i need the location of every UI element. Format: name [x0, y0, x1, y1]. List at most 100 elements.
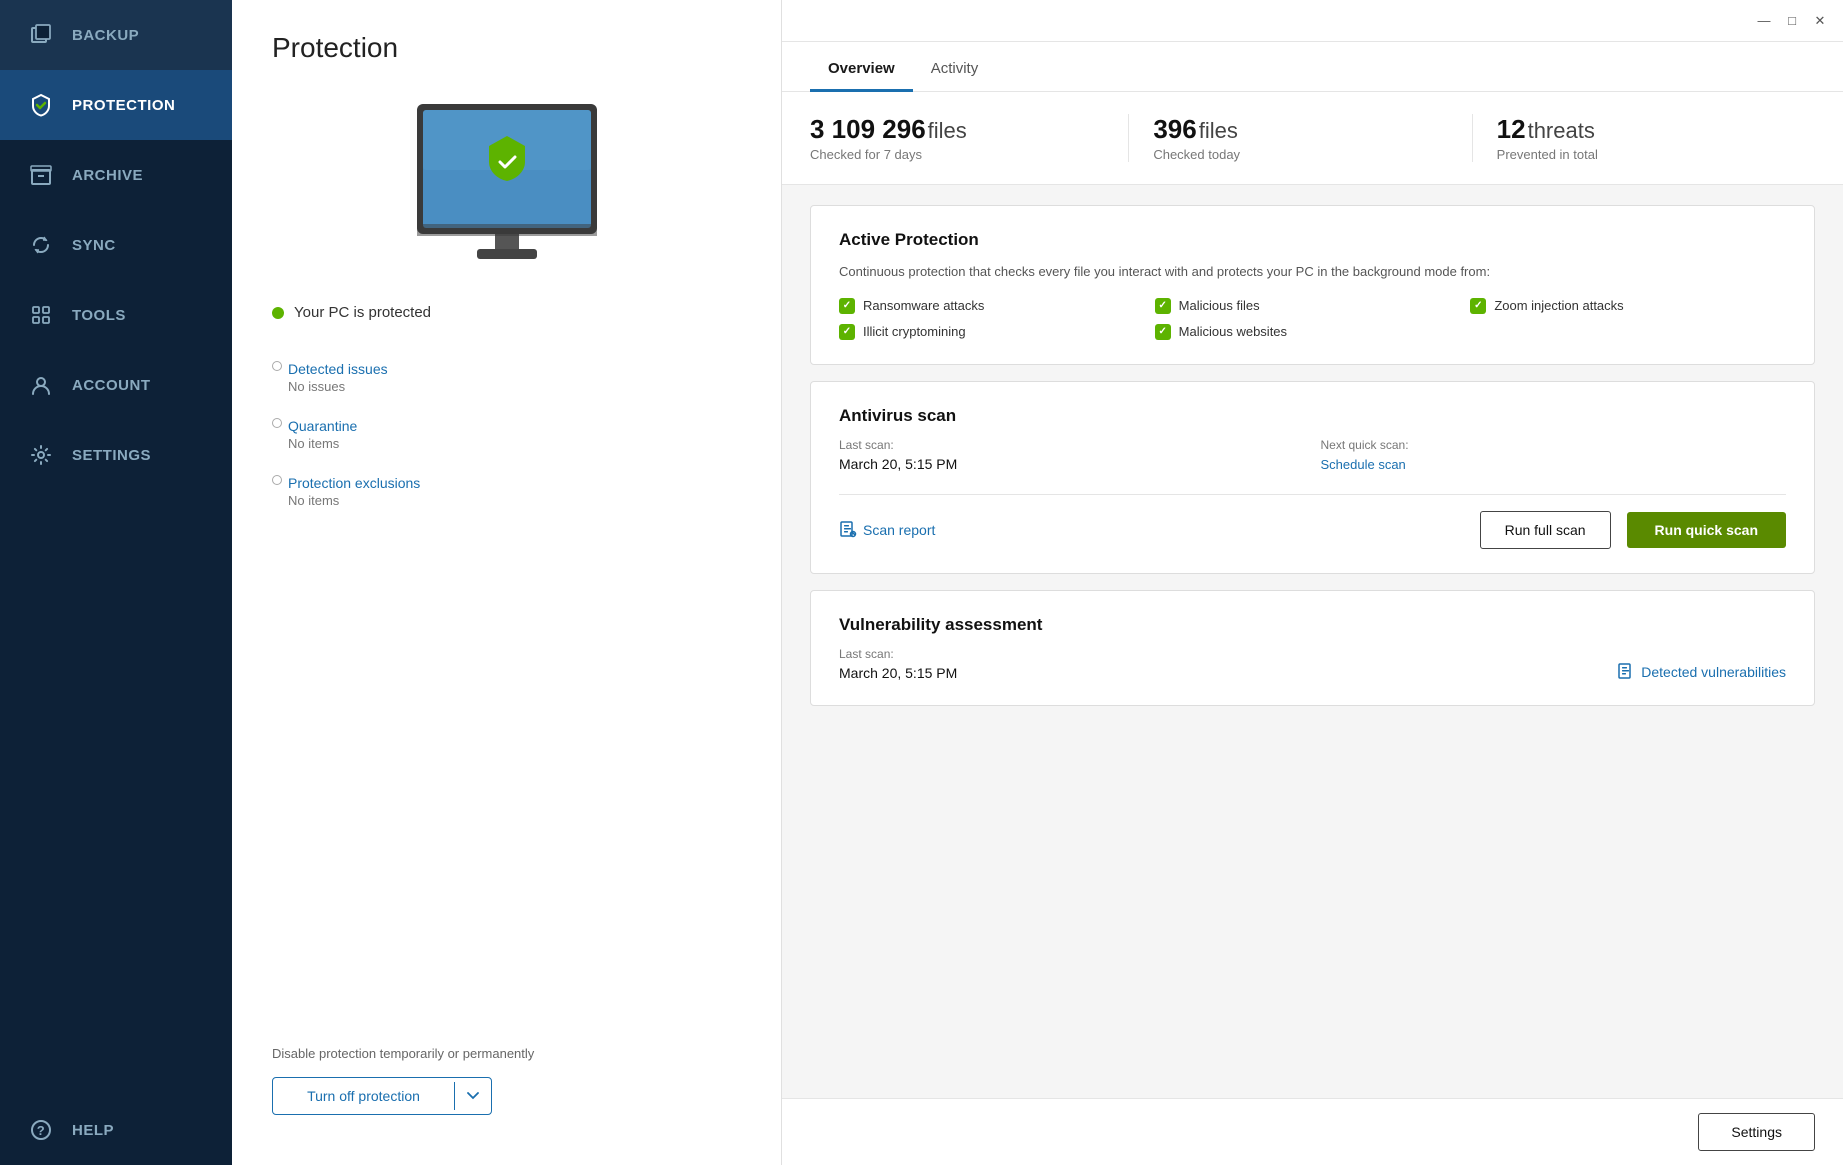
quarantine-item: Quarantine No items — [272, 418, 741, 451]
feature-malicious-websites: Malicious websites — [1155, 324, 1471, 340]
quarantine-sub: No items — [272, 436, 741, 451]
check-icon-malicious-files — [1155, 298, 1171, 314]
vulnerability-card: Vulnerability assessment Last scan: Marc… — [810, 590, 1815, 706]
active-protection-title: Active Protection — [839, 230, 1786, 250]
sidebar-item-tools-label: TOOLS — [72, 307, 126, 324]
scan-report-text: Scan report — [863, 522, 935, 538]
scan-info-grid: Last scan: March 20, 5:15 PM Next quick … — [839, 438, 1786, 474]
features-grid: Ransomware attacks Malicious files Zoom … — [839, 298, 1786, 340]
turn-off-label: Turn off protection — [273, 1078, 454, 1114]
next-scan-label: Next quick scan: — [1321, 438, 1787, 452]
sidebar-item-help[interactable]: ? HELP — [0, 1095, 232, 1165]
vuln-last-scan-label: Last scan: — [839, 647, 957, 661]
exclusions-sub: No items — [272, 493, 741, 508]
quarantine-link[interactable]: Quarantine — [272, 418, 741, 434]
tab-overview[interactable]: Overview — [810, 42, 913, 91]
sidebar-item-tools[interactable]: TOOLS — [0, 280, 232, 350]
feature-malicious-files: Malicious files — [1155, 298, 1471, 314]
stat-number-threats: 12threats — [1497, 114, 1791, 145]
sidebar-item-account-label: ACCOUNT — [72, 377, 151, 394]
feature-label-zoom-injection: Zoom injection attacks — [1494, 298, 1623, 313]
stat-number-today: 396files — [1153, 114, 1447, 145]
sidebar-item-sync[interactable]: SYNC — [0, 210, 232, 280]
sidebar-item-protection[interactable]: PROTECTION — [0, 70, 232, 140]
main-area: Protection Your PC is protect — [232, 0, 1843, 1165]
stat-label-threats: Prevented in total — [1497, 147, 1791, 162]
content-area: Active Protection Continuous protection … — [782, 185, 1843, 1098]
sidebar-item-settings[interactable]: SETTINGS — [0, 420, 232, 490]
monitor-svg — [397, 94, 617, 274]
scan-report-link[interactable]: Scan report — [839, 521, 1464, 539]
stat-label-today: Checked today — [1153, 147, 1447, 162]
detected-issues-sub: No issues — [272, 379, 741, 394]
sidebar-item-protection-label: PROTECTION — [72, 97, 175, 114]
scan-actions: Scan report Run full scan Run quick scan — [839, 511, 1786, 549]
schedule-scan-link[interactable]: Schedule scan — [1321, 457, 1406, 472]
left-panel: Protection Your PC is protect — [232, 0, 782, 1165]
next-scan-col: Next quick scan: Schedule scan — [1321, 438, 1787, 474]
feature-label-ransomware: Ransomware attacks — [863, 298, 984, 313]
sidebar-item-archive-label: ARCHIVE — [72, 167, 143, 184]
turn-off-protection-button[interactable]: Turn off protection — [272, 1077, 492, 1115]
settings-button[interactable]: Settings — [1698, 1113, 1815, 1151]
stat-threats: 12threats Prevented in total — [1472, 114, 1815, 162]
monitor-illustration — [232, 84, 781, 294]
stat-label-7days: Checked for 7 days — [810, 147, 1104, 162]
sidebar-item-backup[interactable]: BACKUP — [0, 0, 232, 70]
vulnerability-row: Last scan: March 20, 5:15 PM Detected vu… — [839, 647, 1786, 681]
window-controls: — □ ✕ — [1757, 14, 1827, 28]
detected-vulnerabilities-link[interactable]: Detected vulnerabilities — [1617, 663, 1786, 681]
stat-number-7days: 3 109 296files — [810, 114, 1104, 145]
sync-icon — [28, 232, 54, 258]
title-bar: — □ ✕ — [782, 0, 1843, 42]
report-icon — [839, 521, 857, 539]
stat-files-today: 396files Checked today — [1128, 114, 1471, 162]
antivirus-scan-title: Antivirus scan — [839, 406, 1786, 426]
feature-label-malicious-files: Malicious files — [1179, 298, 1260, 313]
stat-files-7days: 3 109 296files Checked for 7 days — [810, 114, 1128, 162]
close-button[interactable]: ✕ — [1813, 14, 1827, 28]
check-icon-cryptomining — [839, 324, 855, 340]
active-protection-desc: Continuous protection that checks every … — [839, 262, 1786, 282]
sidebar-item-archive[interactable]: ARCHIVE — [0, 140, 232, 210]
vulnerabilities-icon — [1617, 663, 1635, 681]
tab-activity[interactable]: Activity — [913, 42, 997, 91]
copy-icon — [28, 22, 54, 48]
feature-ransomware: Ransomware attacks — [839, 298, 1155, 314]
detected-issues-link[interactable]: Detected issues — [272, 361, 741, 377]
antivirus-scan-card: Antivirus scan Last scan: March 20, 5:15… — [810, 381, 1815, 574]
feature-zoom-injection: Zoom injection attacks — [1470, 298, 1786, 314]
run-quick-scan-button[interactable]: Run quick scan — [1627, 512, 1786, 548]
last-scan-value: March 20, 5:15 PM — [839, 456, 1305, 472]
sidebar-item-account[interactable]: ACCOUNT — [0, 350, 232, 420]
stats-bar: 3 109 296files Checked for 7 days 396fil… — [782, 92, 1843, 185]
vuln-last-scan-value: March 20, 5:15 PM — [839, 665, 957, 681]
tools-icon — [28, 302, 54, 328]
footer-bar: Settings — [782, 1098, 1843, 1165]
detected-vulnerabilities-text: Detected vulnerabilities — [1641, 664, 1786, 680]
feature-label-malicious-websites: Malicious websites — [1179, 324, 1287, 339]
maximize-button[interactable]: □ — [1785, 14, 1799, 28]
exclusions-link[interactable]: Protection exclusions — [272, 475, 741, 491]
run-full-scan-button[interactable]: Run full scan — [1480, 511, 1611, 549]
card-divider — [839, 494, 1786, 495]
archive-icon — [28, 162, 54, 188]
vuln-scan-info: Last scan: March 20, 5:15 PM — [839, 647, 957, 681]
last-scan-label: Last scan: — [839, 438, 1305, 452]
sidebar-item-help-label: HELP — [72, 1122, 114, 1139]
svg-text:?: ? — [37, 1123, 45, 1138]
chevron-down-icon — [454, 1082, 491, 1110]
minimize-button[interactable]: — — [1757, 14, 1771, 28]
gear-icon — [28, 442, 54, 468]
tabs-bar: Overview Activity — [782, 42, 1843, 92]
status-dot — [272, 307, 284, 319]
detected-issues-item: Detected issues No issues — [272, 361, 741, 394]
user-icon — [28, 372, 54, 398]
sidebar-item-settings-label: SETTINGS — [72, 447, 151, 464]
shield-icon — [28, 92, 54, 118]
check-icon-zoom-injection — [1470, 298, 1486, 314]
check-icon-malicious-websites — [1155, 324, 1171, 340]
check-icon-ransomware — [839, 298, 855, 314]
last-scan-col: Last scan: March 20, 5:15 PM — [839, 438, 1305, 474]
right-panel: — □ ✕ Overview Activity 3 109 296files C… — [782, 0, 1843, 1165]
